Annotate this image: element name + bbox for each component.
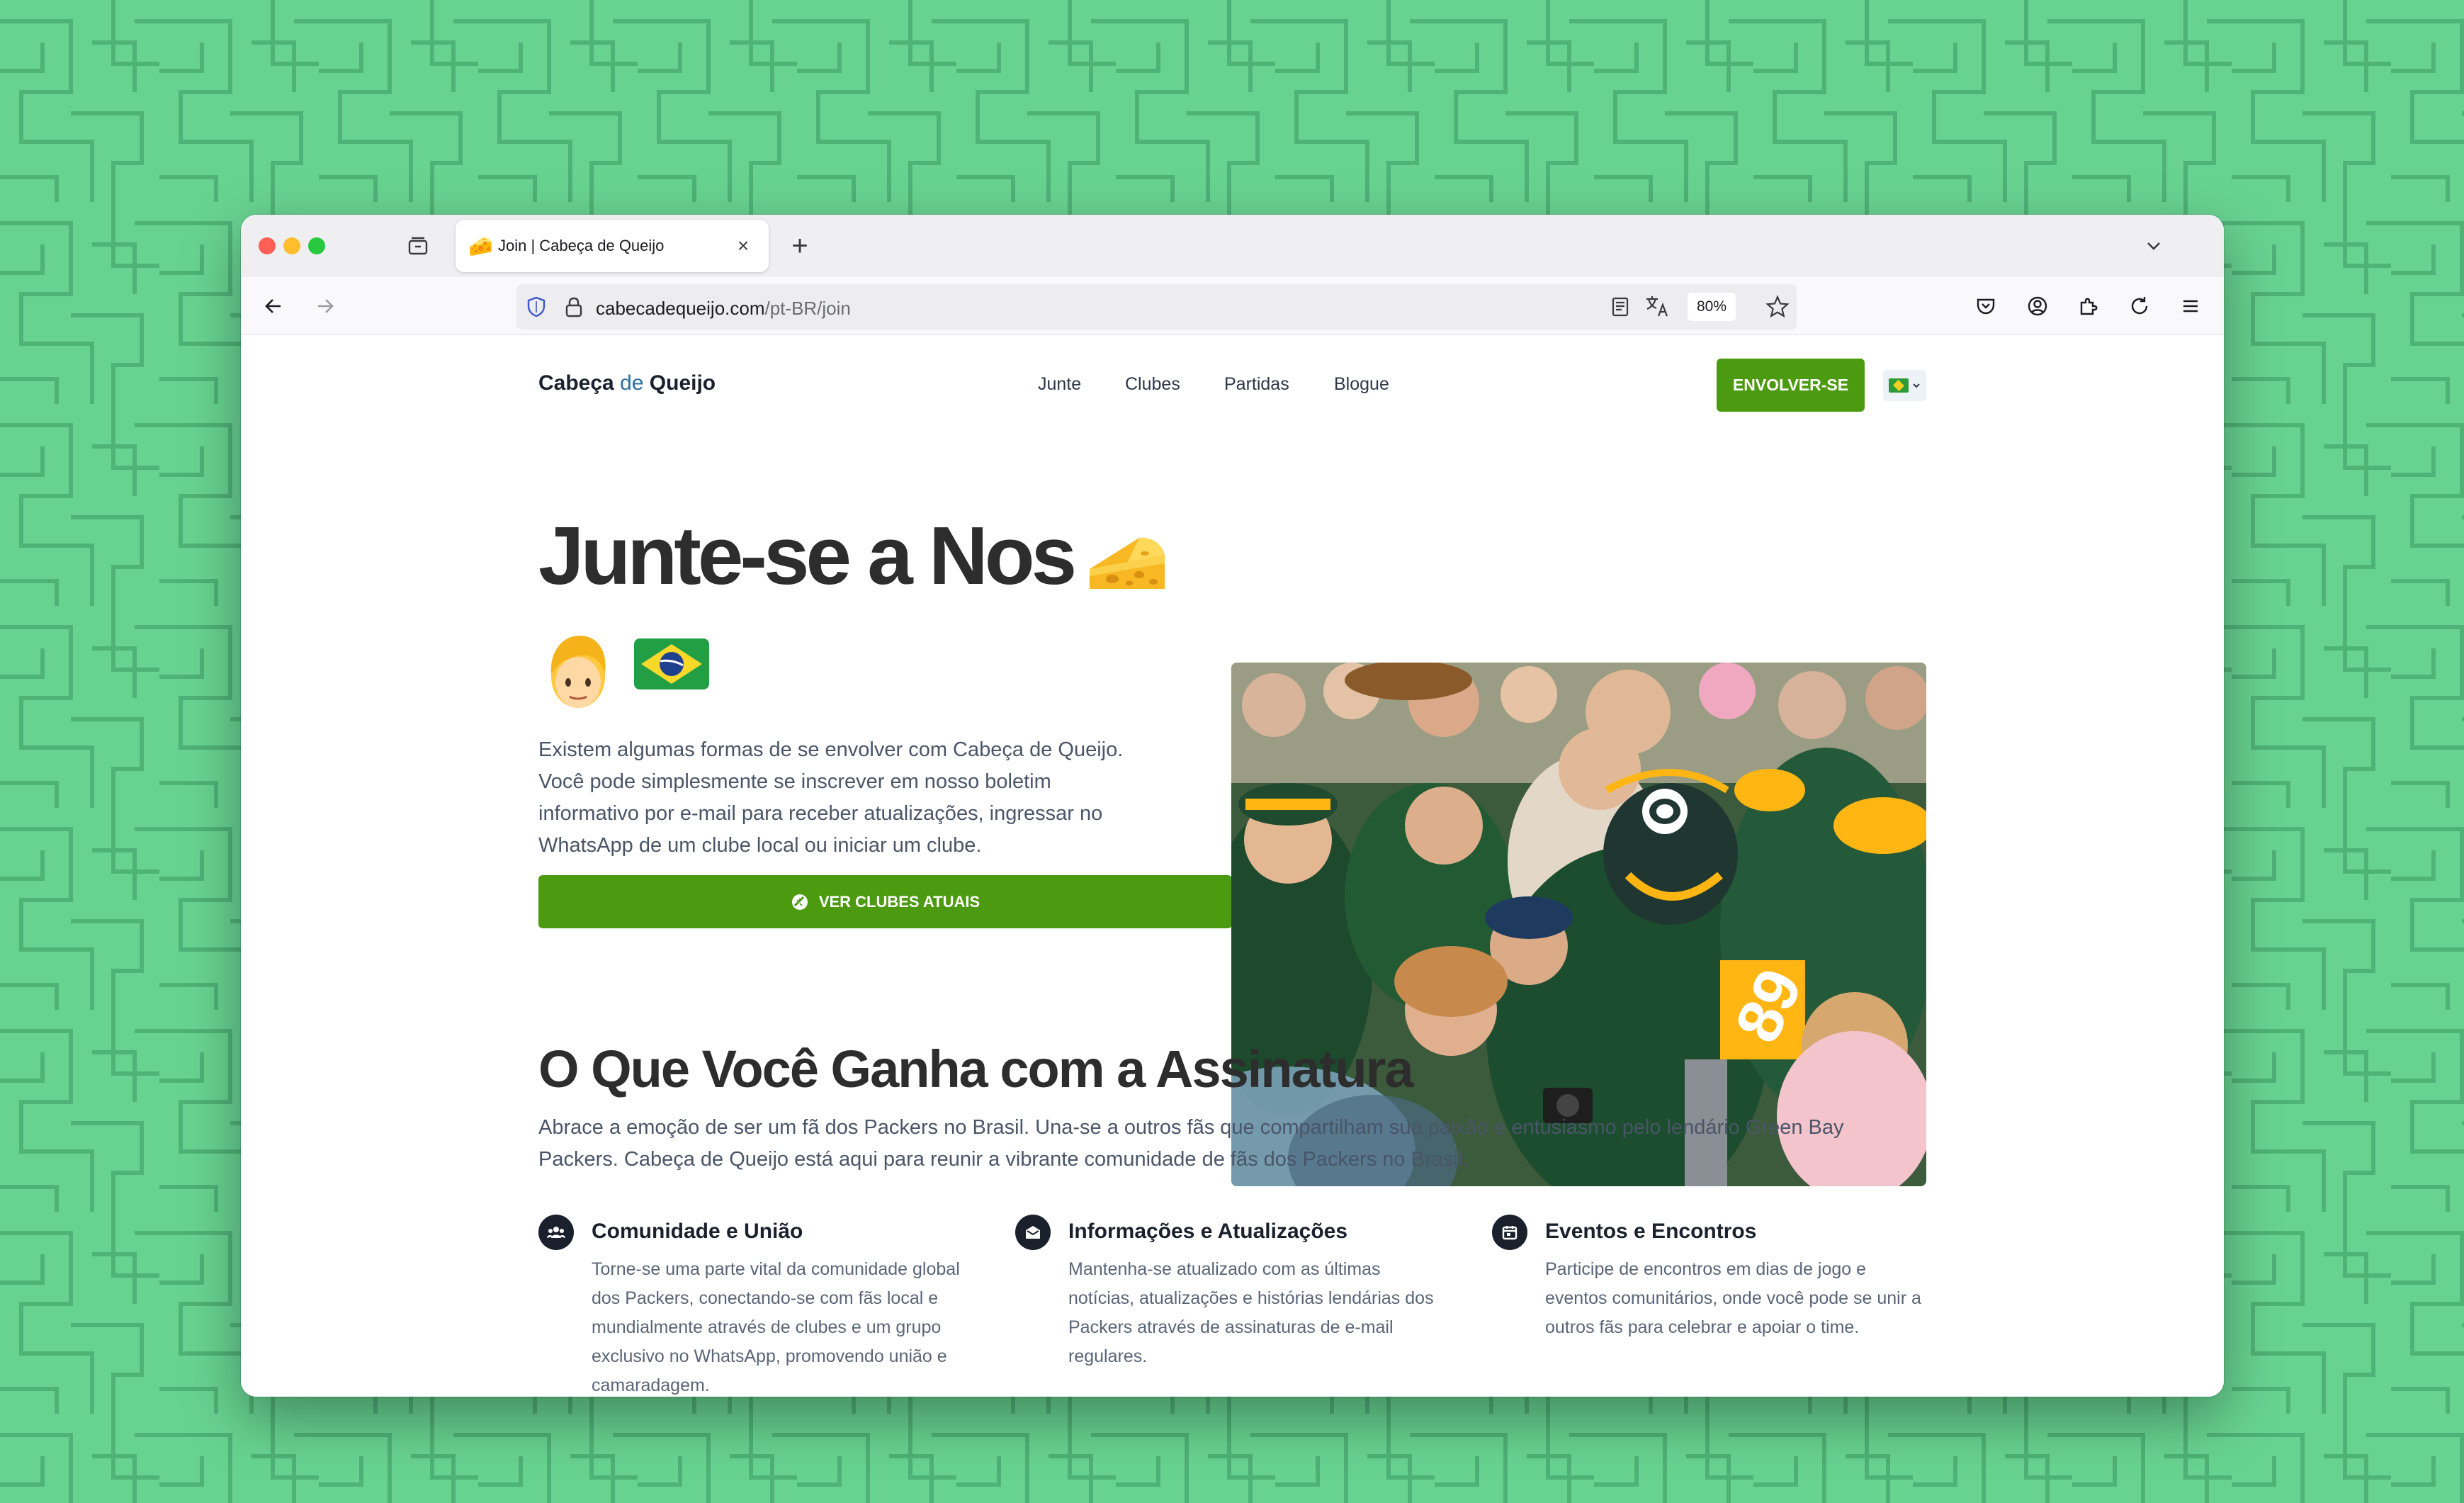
chevron-down-icon (1912, 383, 1920, 388)
page-content: Cabeça de Queijo Junte Clubes Partidas B… (241, 336, 2224, 1397)
packers-fans-photo: 89 (1231, 663, 1926, 1186)
chevron-down-icon[interactable] (2137, 229, 2171, 263)
cheese-icon (1090, 537, 1165, 589)
person-blond-icon (550, 636, 606, 708)
cheese-favicon-icon: 🧀 (468, 235, 493, 257)
feature-text: Torne-se uma parte vital da comunidade g… (592, 1259, 960, 1395)
language-selector[interactable] (1883, 370, 1926, 401)
hamburger-menu-icon[interactable] (2174, 289, 2208, 323)
reader-view-icon[interactable] (1610, 295, 1631, 322)
pocket-icon[interactable] (1969, 289, 2003, 323)
minimize-window-button[interactable] (283, 237, 300, 254)
ver-clubes-button[interactable]: VER CLUBES ATUAIS (538, 875, 1232, 928)
brand-part-1: Cabeça (538, 371, 614, 395)
nav-link-blogue[interactable]: Blogue (1334, 374, 1389, 395)
translate-icon[interactable] (1644, 294, 1670, 323)
navigation-toolbar: cabecadequeijo.com/pt-BR/join 80% (241, 277, 2224, 335)
close-window-button[interactable] (259, 237, 276, 254)
active-tab[interactable]: 🧀 Join | Cabeça de Queijo × (456, 220, 769, 272)
people-group-icon (538, 1215, 574, 1250)
feature-text: Participe de encontros em dias de jogo e… (1545, 1259, 1921, 1337)
zoom-level-button[interactable]: 80% (1688, 293, 1736, 321)
nav-link-clubes[interactable]: Clubes (1125, 374, 1180, 395)
football-icon (791, 894, 808, 910)
brand-part-2: de (620, 371, 644, 395)
hero-description: Existem algumas formas de se envolver co… (538, 738, 1124, 857)
url-host: cabecadequeijo.com (596, 298, 765, 319)
sidebar-tabs-icon[interactable] (401, 229, 435, 263)
section-title: O Que Você Ganha com a Assinatura (538, 1040, 1414, 1098)
nav-link-junte[interactable]: Junte (1038, 374, 1081, 395)
browser-window: 🧀 Join | Cabeça de Queijo × + cabecadequ… (241, 215, 2224, 1397)
address-bar[interactable]: cabecadequeijo.com/pt-BR/join 80% (516, 284, 1797, 330)
url-path: /pt-BR/join (764, 298, 851, 319)
lock-icon[interactable] (563, 295, 584, 322)
brand-part-3: Queijo (649, 371, 716, 395)
zoom-window-button[interactable] (308, 237, 325, 254)
close-tab-icon[interactable]: × (730, 235, 756, 257)
feature-title: Informações e Atualizações (1068, 1220, 1348, 1243)
brazil-flag-emoji-icon (634, 638, 709, 689)
url-text[interactable]: cabecadequeijo.com/pt-BR/join (596, 298, 851, 320)
tab-bar: 🧀 Join | Cabeça de Queijo × + (241, 215, 2224, 277)
arrow-right-icon[interactable] (308, 289, 342, 323)
section-description: Abrace a emoção de ser um fã dos Packers… (538, 1116, 1844, 1171)
calendar-icon (1492, 1215, 1527, 1250)
star-icon[interactable] (1765, 295, 1790, 322)
account-icon[interactable] (2021, 289, 2055, 323)
feature-text: Mantenha-se atualizado com as últimas no… (1068, 1259, 1434, 1366)
feature-title: Eventos e Encontros (1545, 1220, 1757, 1243)
envolver-se-button[interactable]: ENVOLVER-SE (1717, 359, 1865, 412)
nav-link-partidas[interactable]: Partidas (1224, 374, 1289, 395)
shield-icon[interactable] (525, 295, 548, 322)
feature-title: Comunidade e União (592, 1220, 803, 1243)
arrow-left-icon[interactable] (256, 289, 290, 323)
envelope-icon (1015, 1215, 1051, 1250)
ver-clubes-label: VER CLUBES ATUAIS (818, 892, 980, 911)
new-tab-button[interactable]: + (783, 229, 817, 263)
reload-icon[interactable] (2123, 289, 2157, 323)
extensions-icon[interactable] (2072, 289, 2106, 323)
tab-title: Join | Cabeça de Queijo (498, 237, 665, 254)
brazil-flag-icon (1888, 378, 1909, 393)
site-logo[interactable]: Cabeça de Queijo (538, 371, 716, 395)
